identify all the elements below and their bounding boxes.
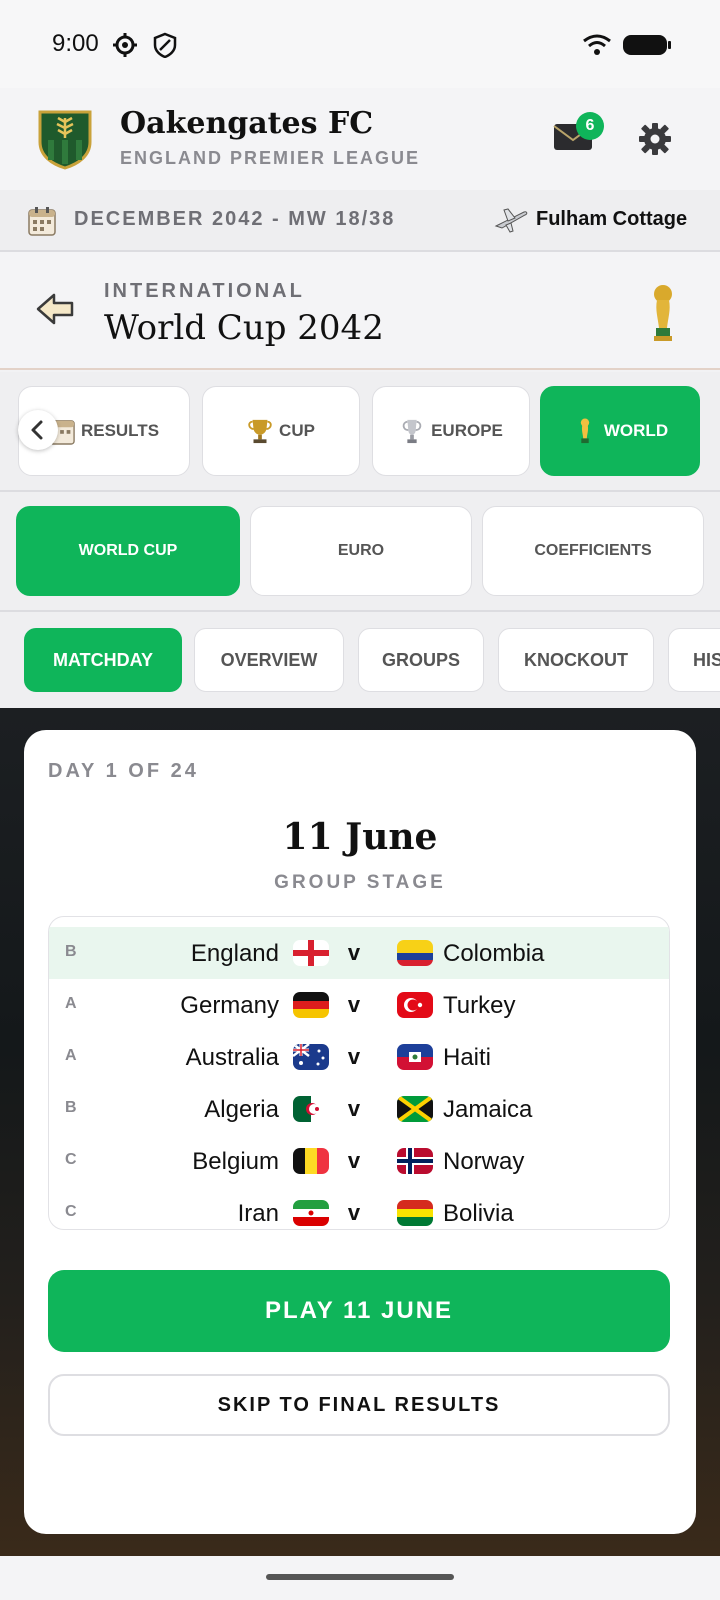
tab-euro[interactable]: EURO (250, 506, 472, 596)
system-nav-bar (0, 1556, 720, 1600)
europe-trophy-icon (402, 419, 422, 444)
fixture-group: A (65, 1047, 77, 1064)
fixture-group: B (65, 1099, 77, 1116)
competition-tab-bar: WORLD CUP EURO COEFFICIENTS (0, 492, 720, 612)
status-time: 9:00 (52, 30, 99, 57)
versus-label: v (347, 940, 361, 965)
shield-status-icon (153, 32, 177, 58)
club-league: ENGLAND PREMIER LEAGUE (120, 148, 421, 168)
fixture-group: A (65, 995, 77, 1012)
versus-label: v (347, 1148, 361, 1173)
colombia-flag-icon (397, 940, 433, 966)
tab-cup[interactable]: CUP (202, 386, 360, 476)
home-team: Algeria (204, 1096, 279, 1123)
bolivia-flag-icon (397, 1200, 433, 1226)
fixture-row[interactable]: B England v Colombia (49, 927, 669, 979)
play-day-button[interactable]: PLAY 11 JUNE (48, 1270, 670, 1352)
cup-trophy-icon (248, 419, 272, 444)
tab-history[interactable]: HIS (668, 628, 720, 692)
tab-europe-label: EUROPE (431, 421, 503, 440)
matchday-card: DAY 1 OF 24 11 June GROUP STAGE B Englan… (24, 730, 696, 1534)
fixture-row[interactable]: A Australia v Haiti (49, 1031, 669, 1083)
matchday-date: 11 June (282, 816, 438, 858)
versus-label: v (347, 992, 361, 1017)
main-tab-bar: RESULTS CUP EUROPE WORLD (0, 372, 720, 492)
world-cup-trophy-icon (654, 285, 672, 341)
jamaica-flag-icon (397, 1096, 433, 1122)
iran-flag-icon (293, 1200, 329, 1226)
home-team: Iran (237, 1200, 279, 1227)
tab-cup-label: CUP (279, 421, 315, 440)
settings-status-icon (113, 33, 137, 57)
back-arrow-icon[interactable] (36, 292, 76, 326)
fixture-row[interactable]: C Iran v Bolivia (49, 1187, 669, 1229)
tab-groups[interactable]: GROUPS (358, 628, 484, 692)
england-flag-icon (293, 940, 329, 966)
germany-flag-icon (293, 992, 329, 1018)
day-counter: DAY 1 OF 24 (48, 760, 199, 782)
club-name: Oakengates FC (120, 106, 374, 141)
versus-label: v (347, 1200, 361, 1225)
wifi-icon (583, 34, 611, 55)
away-team: Norway (443, 1148, 525, 1175)
away-team: Turkey (443, 992, 516, 1019)
competition-kicker: INTERNATIONAL (104, 280, 305, 302)
tab-world-cup[interactable]: WORLD CUP (16, 506, 240, 596)
view-tab-bar: MATCHDAY OVERVIEW GROUPS KNOCKOUT HIS (0, 612, 720, 708)
world-trophy-icon (580, 418, 590, 444)
versus-label: v (347, 1044, 361, 1069)
fixture-group: B (65, 943, 77, 960)
tab-coefficients[interactable]: COEFFICIENTS (482, 506, 704, 596)
turkey-flag-icon (397, 992, 433, 1018)
airplane-icon (494, 208, 528, 233)
away-team: Jamaica (443, 1096, 533, 1123)
fixture-row[interactable]: C Belgium v Norway (49, 1135, 669, 1187)
versus-label: v (347, 1096, 361, 1121)
fixture-row[interactable]: A Germany v Turkey (49, 979, 669, 1031)
game-date: DECEMBER 2042 - MW 18/38 (74, 208, 396, 230)
fixture-list: B England v Colombia A Germany v Turkey (48, 916, 670, 1230)
home-team: Belgium (192, 1148, 279, 1175)
settings-gear-icon[interactable] (638, 122, 672, 156)
notification-badge: 6 (576, 112, 604, 140)
calendar-icon (28, 207, 56, 236)
tab-overview[interactable]: OVERVIEW (194, 628, 344, 692)
date-row: DECEMBER 2042 - MW 18/38 Fulham Cottage (0, 190, 720, 252)
algeria-flag-icon (293, 1096, 329, 1122)
fixture-group: C (65, 1203, 77, 1220)
club-crest-icon (38, 110, 92, 170)
norway-flag-icon (397, 1148, 433, 1174)
tab-europe[interactable]: EUROPE (372, 386, 530, 476)
belgium-flag-icon (293, 1148, 329, 1174)
tab-matchday[interactable]: MATCHDAY (24, 628, 182, 692)
tab-knockout[interactable]: KNOCKOUT (498, 628, 654, 692)
home-team: England (190, 940, 279, 967)
skip-to-final-button[interactable]: SKIP TO FINAL RESULTS (48, 1374, 670, 1436)
home-team: Germany (180, 992, 279, 1019)
fixture-row[interactable]: B Algeria v Jamaica (49, 1083, 669, 1135)
matchday-stage: GROUP STAGE (274, 872, 446, 893)
australia-flag-icon (293, 1044, 329, 1070)
home-team: Australia (185, 1044, 279, 1071)
away-team: Bolivia (443, 1200, 514, 1227)
competition-title: World Cup 2042 (104, 308, 384, 348)
scroll-left-chevron-icon[interactable] (18, 410, 58, 450)
tab-world-label: WORLD (603, 421, 669, 440)
away-team: Haiti (443, 1044, 492, 1071)
battery-icon (623, 35, 671, 55)
home-indicator[interactable] (266, 1574, 454, 1580)
competition-header: INTERNATIONAL World Cup 2042 (0, 252, 720, 370)
tab-results-label: RESULTS (80, 421, 160, 440)
fixture-group: C (65, 1151, 77, 1168)
haiti-flag-icon (397, 1044, 433, 1070)
tab-world[interactable]: WORLD (540, 386, 700, 476)
status-bar: 9:00 (0, 0, 720, 88)
away-team: Colombia (443, 940, 545, 967)
club-header: Oakengates FC ENGLAND PREMIER LEAGUE (0, 88, 720, 190)
venue-name: Fulham Cottage (536, 208, 688, 230)
